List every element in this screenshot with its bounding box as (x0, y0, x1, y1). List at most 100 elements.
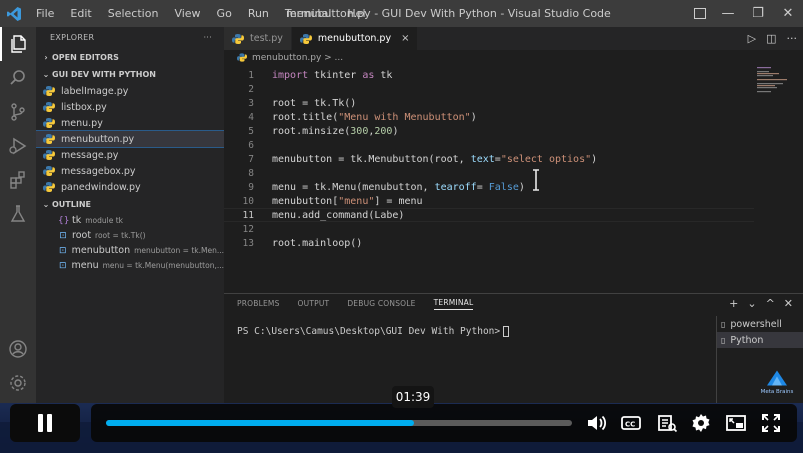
menu-selection[interactable]: Selection (100, 7, 167, 20)
code-line[interactable]: 4 root.title("Menu with Menubutton") (224, 110, 754, 124)
terminal-dropdown-button[interactable]: ⌄ (747, 297, 756, 310)
code-token: root = tk.Tk() (272, 97, 357, 109)
menu-run[interactable]: Run (240, 7, 277, 20)
code-token: = (476, 181, 489, 193)
outline-section[interactable]: ⌄ OUTLINE (36, 196, 224, 213)
explorer-icon[interactable] (0, 27, 36, 61)
code-token: ) (470, 111, 477, 123)
code-token: ) (518, 181, 525, 193)
code-text: root.mainloop() (272, 238, 362, 249)
code-text: root.title("Menu with Menubutton") (272, 112, 477, 123)
terminal-item-powershell[interactable]: ▯ powershell (717, 316, 803, 332)
layout-toggle-icon[interactable] (694, 8, 706, 19)
code-line[interactable]: 6 (224, 138, 754, 152)
file-item[interactable]: menubutton.py (36, 130, 224, 148)
outline-item[interactable]: ⊡ menubutton menubutton = tk.Men... (36, 243, 224, 258)
settings-gear-icon[interactable] (0, 366, 36, 400)
chevron-right-icon: › (44, 53, 48, 62)
file-item[interactable]: messagebox.py (36, 163, 224, 179)
window-title: menubutton.py - GUI Dev With Python - Vi… (286, 7, 611, 20)
brand-name: Meta Brains (760, 389, 794, 395)
code-token: 200 (374, 125, 393, 137)
search-icon[interactable] (0, 61, 36, 95)
breadcrumb[interactable]: menubutton.py > ... (224, 50, 803, 65)
maximize-button[interactable]: ❐ (743, 0, 773, 27)
close-panel-button[interactable]: ✕ (784, 297, 793, 310)
run-python-button[interactable]: ▷ (748, 32, 756, 45)
menu-file[interactable]: File (28, 7, 62, 20)
maximize-panel-icon[interactable]: ^ (766, 297, 775, 310)
code-line[interactable]: 12 (224, 222, 754, 236)
settings-icon[interactable] (689, 411, 713, 435)
outline-list: {} tk module tk ⊡ root root = tk.Tk() ⊡ menubut… (36, 213, 224, 273)
account-icon[interactable] (0, 332, 36, 366)
run-debug-icon[interactable] (0, 129, 36, 163)
panel-tab-problems[interactable]: PROBLEMS (237, 299, 280, 308)
split-editor-button[interactable]: ◫ (766, 32, 776, 45)
menu-go[interactable]: Go (209, 7, 240, 20)
code-text: root.minsize(300,200) (272, 126, 398, 137)
code-line[interactable]: 8 (224, 166, 754, 180)
minimap[interactable] (751, 65, 791, 105)
file-item[interactable]: panedwindow.py (36, 179, 224, 195)
terminal-output[interactable]: PS C:\Users\Camus\Desktop\GUI Dev With P… (237, 326, 510, 337)
outline-item[interactable]: ⊡ menu menu = tk.Menu(menubutton,... (36, 258, 224, 273)
panel-tab-output[interactable]: OUTPUT (298, 299, 330, 308)
line-number: 13 (242, 237, 254, 249)
editor-more-button[interactable]: ··· (787, 32, 798, 45)
open-editors-section[interactable]: › OPEN EDITORS (36, 49, 224, 66)
code-line[interactable]: 5 root.minsize(300,200) (224, 124, 754, 138)
extensions-icon[interactable] (0, 163, 36, 197)
fullscreen-icon[interactable] (759, 411, 783, 435)
code-line[interactable]: 7 menubutton = tk.Menubutton(root, text="… (224, 152, 754, 166)
close-window-button[interactable]: ✕ (773, 0, 803, 27)
picture-in-picture-icon[interactable] (724, 411, 748, 435)
line-number: 9 (248, 181, 254, 193)
menu-edit[interactable]: Edit (62, 7, 99, 20)
terminal-item-python[interactable]: ▯ Python (717, 332, 803, 348)
file-name: menubutton.py (61, 133, 135, 145)
outline-item[interactable]: ⊡ root root = tk.Tk() (36, 228, 224, 243)
code-line[interactable]: 13 root.mainloop() (224, 236, 754, 250)
code-token: 300 (350, 125, 369, 137)
chevron-down-icon: ⌄ (42, 200, 50, 209)
captions-icon[interactable]: CC (619, 411, 643, 435)
explorer-more-button[interactable]: ··· (203, 33, 212, 42)
chevron-down-icon: ⌄ (42, 70, 50, 79)
code-token: tk (374, 69, 393, 81)
code-editor[interactable]: 1 import tkinter as tk 2 3 root = tk.Tk() 4 ro… (224, 65, 803, 293)
line-number: 3 (248, 97, 254, 109)
panel-tab-debug-console[interactable]: DEBUG CONSOLE (347, 299, 415, 308)
tab-test-py[interactable]: test.py (224, 27, 292, 50)
file-item[interactable]: listbox.py (36, 99, 224, 115)
outline-item-name: root (72, 230, 92, 241)
new-terminal-button[interactable]: + (729, 297, 738, 310)
terminal-item-label: powershell (730, 318, 782, 330)
menu-view[interactable]: View (166, 7, 208, 20)
outline-item[interactable]: {} tk module tk (36, 213, 224, 228)
code-line[interactable]: 3 root = tk.Tk() (224, 96, 754, 110)
terminal-cursor (503, 326, 510, 337)
minimize-button[interactable]: — (713, 0, 743, 27)
code-line[interactable]: 11 menu.add_command(Labe) (224, 208, 754, 222)
folder-section[interactable]: ⌄ GUI DEV WITH PYTHON (36, 66, 224, 83)
file-item[interactable]: labelImage.py (36, 83, 224, 99)
code-line[interactable]: 9 menu = tk.Menu(menubutton, tearoff= Fal… (224, 180, 754, 194)
transcript-icon[interactable] (655, 411, 679, 435)
tab-close-button[interactable]: × (401, 33, 409, 44)
file-item[interactable]: menu.py (36, 115, 224, 131)
source-control-icon[interactable] (0, 95, 36, 129)
volume-icon[interactable] (584, 411, 608, 435)
python-file-icon (43, 150, 55, 160)
panel-tab-terminal[interactable]: TERMINAL (433, 298, 474, 310)
code-line[interactable]: 10 menubutton["menu"] = menu (224, 194, 754, 208)
file-name: listbox.py (61, 101, 107, 113)
video-progress-bar[interactable] (106, 420, 572, 426)
pause-button[interactable] (10, 404, 80, 442)
brand-logo: Meta Brains (759, 369, 795, 395)
code-line[interactable]: 2 (224, 82, 754, 96)
file-item[interactable]: message.py (36, 147, 224, 163)
code-line[interactable]: 1 import tkinter as tk (224, 68, 754, 82)
testing-flask-icon[interactable] (0, 197, 36, 231)
tab-menubutton-py[interactable]: menubutton.py × (291, 27, 419, 50)
